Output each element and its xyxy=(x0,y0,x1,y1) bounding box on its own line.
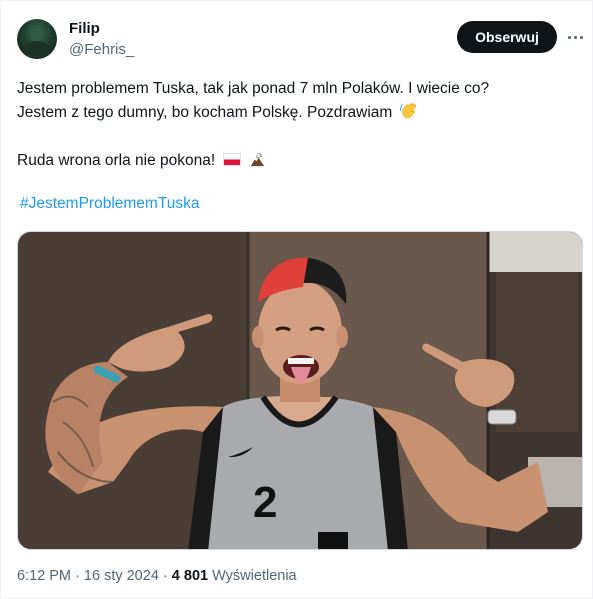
more-options-icon[interactable] xyxy=(561,23,589,51)
eagle-icon xyxy=(250,153,264,167)
tweet-line-2: Jestem z tego dumny, bo kocham Polskę. P… xyxy=(17,101,577,125)
photo-illustration: 2 xyxy=(18,232,582,549)
tweet-line-3-text: Ruda wrona orla nie pokona! xyxy=(17,152,216,169)
author-name[interactable]: Filip xyxy=(69,20,100,37)
views-label: Wyświetlenia xyxy=(212,568,297,584)
waving-hand-icon xyxy=(399,103,416,119)
follow-button[interactable]: Obserwuj xyxy=(457,21,557,53)
tweet-date[interactable]: 16 sty 2024 xyxy=(84,568,159,584)
views-count: 4 801 xyxy=(171,568,209,584)
tweet-time[interactable]: 6:12 PM xyxy=(17,568,71,584)
avatar-body-shape xyxy=(23,41,51,59)
avatar-head-shape xyxy=(30,25,44,41)
meta-separator: · xyxy=(75,568,80,584)
tweet-line-3: Ruda wrona orla nie pokona! xyxy=(17,149,577,173)
poland-flag-icon xyxy=(222,153,241,166)
tweet-meta: 6:12 PM · 16 sty 2024 · 4 801 Wyświetlen… xyxy=(17,568,297,584)
tweet-text: Jestem problemem Tuska, tak jak ponad 7 … xyxy=(17,77,577,173)
meta-separator: · xyxy=(162,568,168,584)
tweet-line-1: Jestem problemem Tuska, tak jak ponad 7 … xyxy=(17,80,490,97)
tweet-photo[interactable]: 2 xyxy=(17,231,583,550)
tweet-line-2-text: Jestem z tego dumny, bo kocham Polskę. P… xyxy=(17,104,393,121)
tweet-card: Filip @Fehris_ Obserwuj Jestem problemem… xyxy=(0,0,593,599)
hashtag-link[interactable]: #JestemProblememTuska xyxy=(20,195,199,213)
author-handle[interactable]: @Fehris_ xyxy=(69,41,134,58)
jersey-number: 2 xyxy=(253,478,277,527)
avatar[interactable] xyxy=(17,19,57,59)
